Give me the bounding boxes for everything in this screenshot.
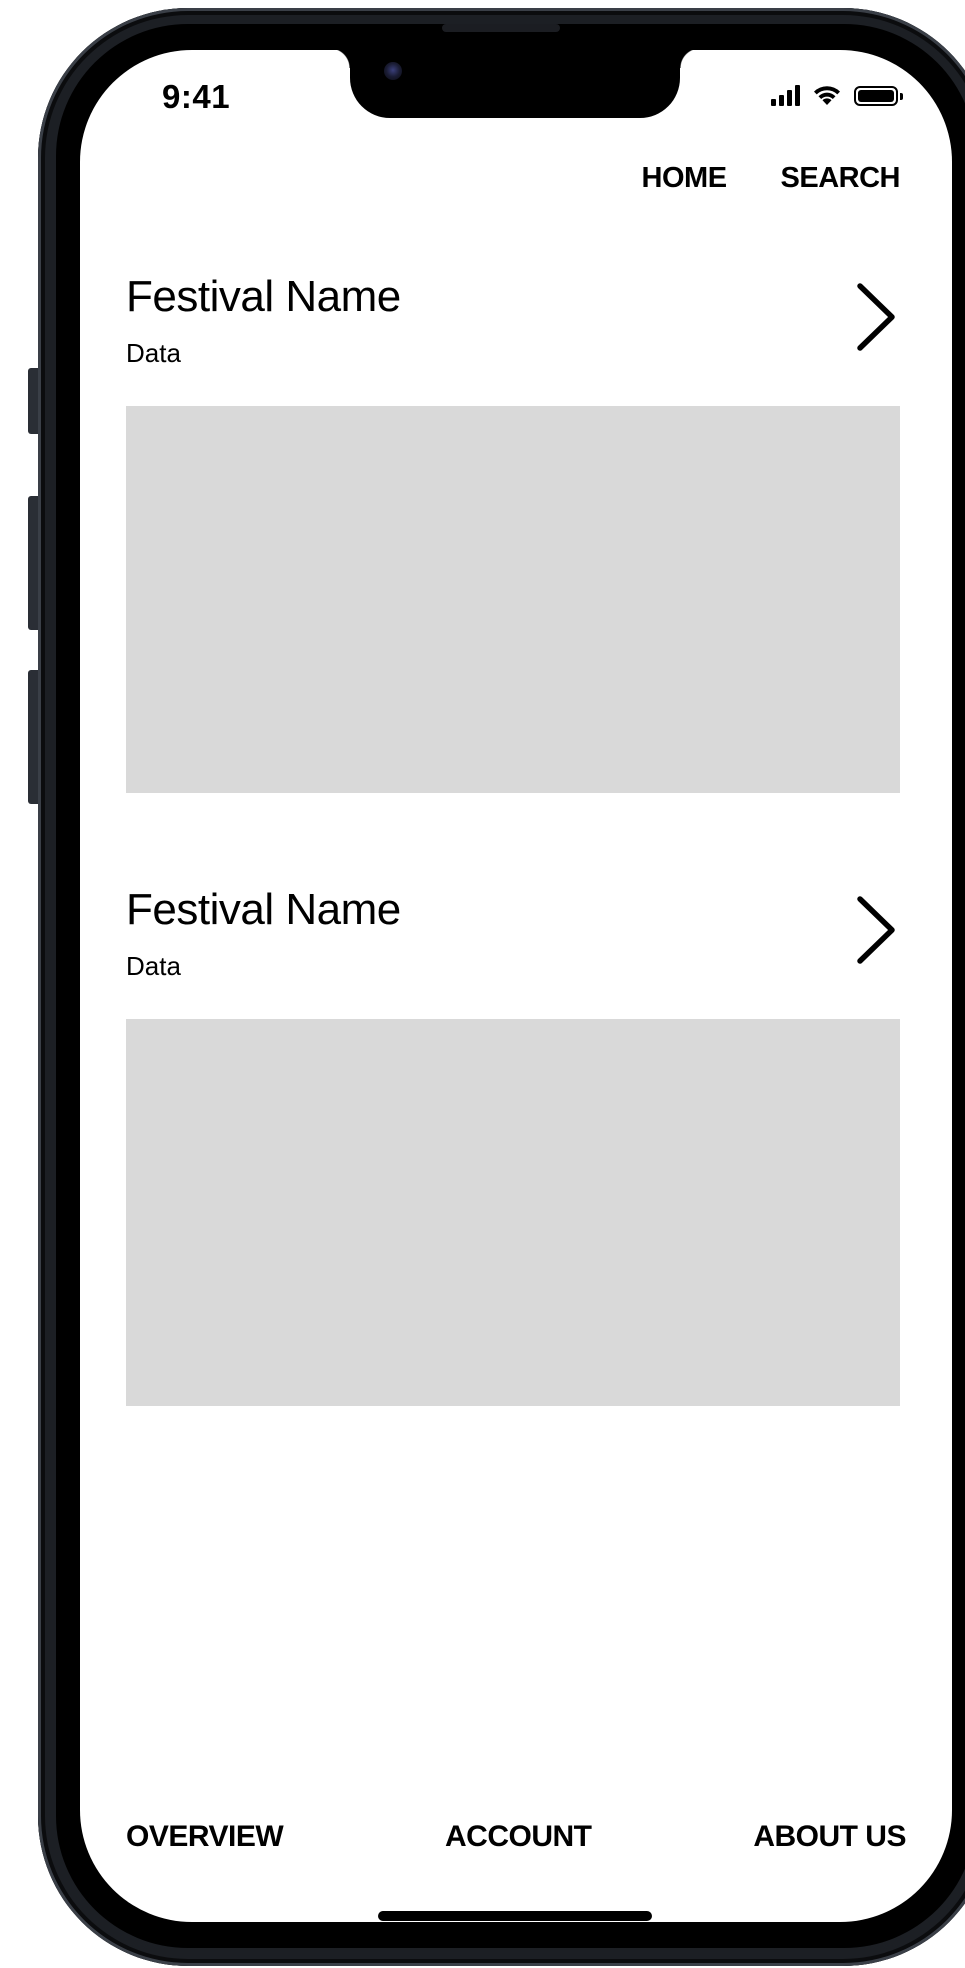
bottom-nav: OVERVIEW ACCOUNT ABOUT US	[126, 1820, 906, 1854]
chevron-right-icon[interactable]	[854, 282, 898, 352]
nav-about-us-link[interactable]: ABOUT US	[753, 1820, 906, 1854]
notch	[330, 50, 700, 118]
nav-account-link[interactable]: ACCOUNT	[445, 1820, 592, 1854]
festival-subtitle: Data	[126, 338, 181, 368]
status-time: 9:41	[162, 78, 231, 115]
action-button	[28, 368, 38, 434]
volume-down-button	[28, 670, 38, 804]
festival-image-placeholder[interactable]	[126, 1019, 900, 1406]
home-indicator[interactable]	[378, 1911, 652, 1921]
festival-title: Festival Name	[126, 272, 401, 321]
front-camera-icon	[384, 62, 402, 80]
festival-title: Festival Name	[126, 885, 401, 934]
nav-home-link[interactable]: HOME	[642, 162, 728, 195]
cellular-signal-icon	[771, 84, 800, 106]
festival-image-placeholder[interactable]	[126, 406, 900, 793]
chevron-right-icon[interactable]	[854, 895, 898, 965]
top-nav: HOME SEARCH	[642, 162, 901, 195]
phone-screen: 9:41 HOME SEARCH Festival Name Data Fest…	[80, 50, 952, 1922]
nav-search-link[interactable]: SEARCH	[781, 162, 901, 195]
festival-subtitle: Data	[126, 951, 181, 981]
status-icons	[771, 84, 903, 106]
battery-icon	[854, 86, 903, 106]
earpiece-speaker	[442, 24, 560, 32]
nav-overview-link[interactable]: OVERVIEW	[126, 1820, 284, 1854]
volume-up-button	[28, 496, 38, 630]
wifi-icon	[814, 86, 840, 105]
